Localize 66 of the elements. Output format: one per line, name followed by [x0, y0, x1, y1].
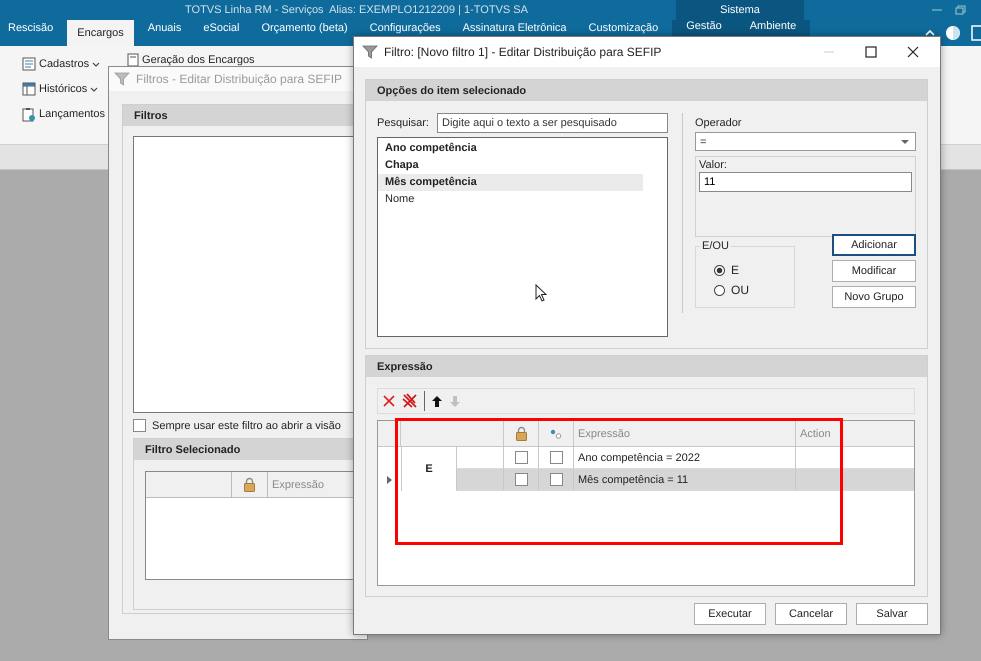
section-header: Expressão: [366, 356, 927, 377]
delete-icon[interactable]: [382, 394, 396, 408]
collapse-icon[interactable]: [925, 29, 935, 37]
window-title: Filtros - Editar Distribuição para SEFIP: [136, 72, 342, 86]
ribbon-tab[interactable]: Rescisão: [0, 20, 62, 46]
help-icon[interactable]: [945, 25, 961, 41]
list-item[interactable]: Nome: [378, 191, 643, 208]
app-title: TOTVS Linha RM - Serviços Alias: EXEMPLO1212209 | 1-TOTVS SA: [185, 4, 528, 16]
list-item[interactable]: Ano competência: [378, 140, 643, 157]
table-row[interactable]: Mês competência = 11: [456, 469, 914, 491]
checkbox[interactable]: [514, 473, 528, 486]
section-header: Opções do item selecionado: [366, 80, 927, 101]
operator-dropdown[interactable]: =: [695, 132, 916, 151]
caret-icon: [90, 86, 98, 92]
ribbon-tab[interactable]: Orçamento (beta): [253, 20, 356, 46]
lock-icon: [244, 477, 255, 492]
ribbon-tab[interactable]: eSocial: [195, 20, 248, 46]
cursor-icon: [535, 284, 547, 302]
operator-label: Operador: [695, 117, 742, 129]
ribbon-item[interactable]: Cadastros: [22, 55, 106, 73]
footer-button[interactable]: Cancelar: [775, 603, 847, 625]
radio-button[interactable]: [714, 264, 725, 276]
table-icon: [22, 82, 36, 96]
radio-button[interactable]: [714, 284, 725, 296]
arrow-up-icon[interactable]: [431, 394, 443, 408]
funnel-icon: [362, 44, 378, 60]
restore-icon[interactable]: [955, 5, 967, 15]
ribbon-item[interactable]: Geração dos Encargos: [127, 51, 255, 69]
window-icon[interactable]: [971, 25, 981, 41]
search-field[interactable]: Digite aqui o texto a ser pesquisado: [437, 113, 668, 133]
value-field[interactable]: 11: [699, 172, 912, 192]
maximize-icon[interactable]: [864, 45, 878, 59]
search-label: Pesquisar:: [377, 117, 429, 129]
footer-button[interactable]: Executar: [694, 603, 766, 625]
action-button[interactable]: Adicionar: [832, 234, 916, 256]
close-icon[interactable]: [906, 45, 920, 59]
value-label: Valor:: [699, 159, 728, 171]
checkbox[interactable]: [550, 473, 562, 486]
list-item[interactable]: Mês competência: [378, 174, 643, 191]
group-operator: E: [401, 447, 456, 491]
checkbox-label: Sempre usar este filtro ao abrir a visão: [152, 420, 341, 432]
table-cell: Mês competência = 11: [574, 469, 796, 490]
checkbox[interactable]: [550, 451, 562, 464]
radio-label: E: [731, 263, 740, 277]
link-icon: [550, 428, 562, 438]
ribbon-item[interactable]: Históricos: [22, 80, 106, 98]
delete-all-icon[interactable]: [402, 393, 418, 409]
context-label: Sistema: [676, 0, 804, 20]
footer-button[interactable]: Salvar: [856, 603, 928, 625]
lock-icon: [516, 426, 526, 441]
list-item[interactable]: Chapa: [378, 157, 643, 174]
ribbon-tab[interactable]: Encargos: [67, 20, 134, 46]
ribbon-item[interactable]: Lançamentos: [22, 105, 106, 123]
radio-label: OU: [731, 283, 749, 297]
clipboard-icon: [22, 106, 36, 122]
group-label: E/OU: [701, 240, 730, 252]
checkbox[interactable]: [514, 451, 528, 464]
caret-icon: [92, 62, 100, 66]
dialog-title: Filtro: [Novo filtro 1] - Editar Distribuição para SEFIP: [384, 45, 662, 59]
action-button[interactable]: Novo Grupo: [832, 286, 916, 308]
funnel-icon: [114, 71, 130, 87]
ribbon-tab[interactable]: Anuais: [140, 20, 190, 46]
table-cell: Ano competência = 2022: [574, 447, 796, 468]
action-button[interactable]: Modificar: [832, 260, 916, 282]
checkbox[interactable]: [133, 419, 146, 432]
list-icon: [22, 57, 36, 71]
